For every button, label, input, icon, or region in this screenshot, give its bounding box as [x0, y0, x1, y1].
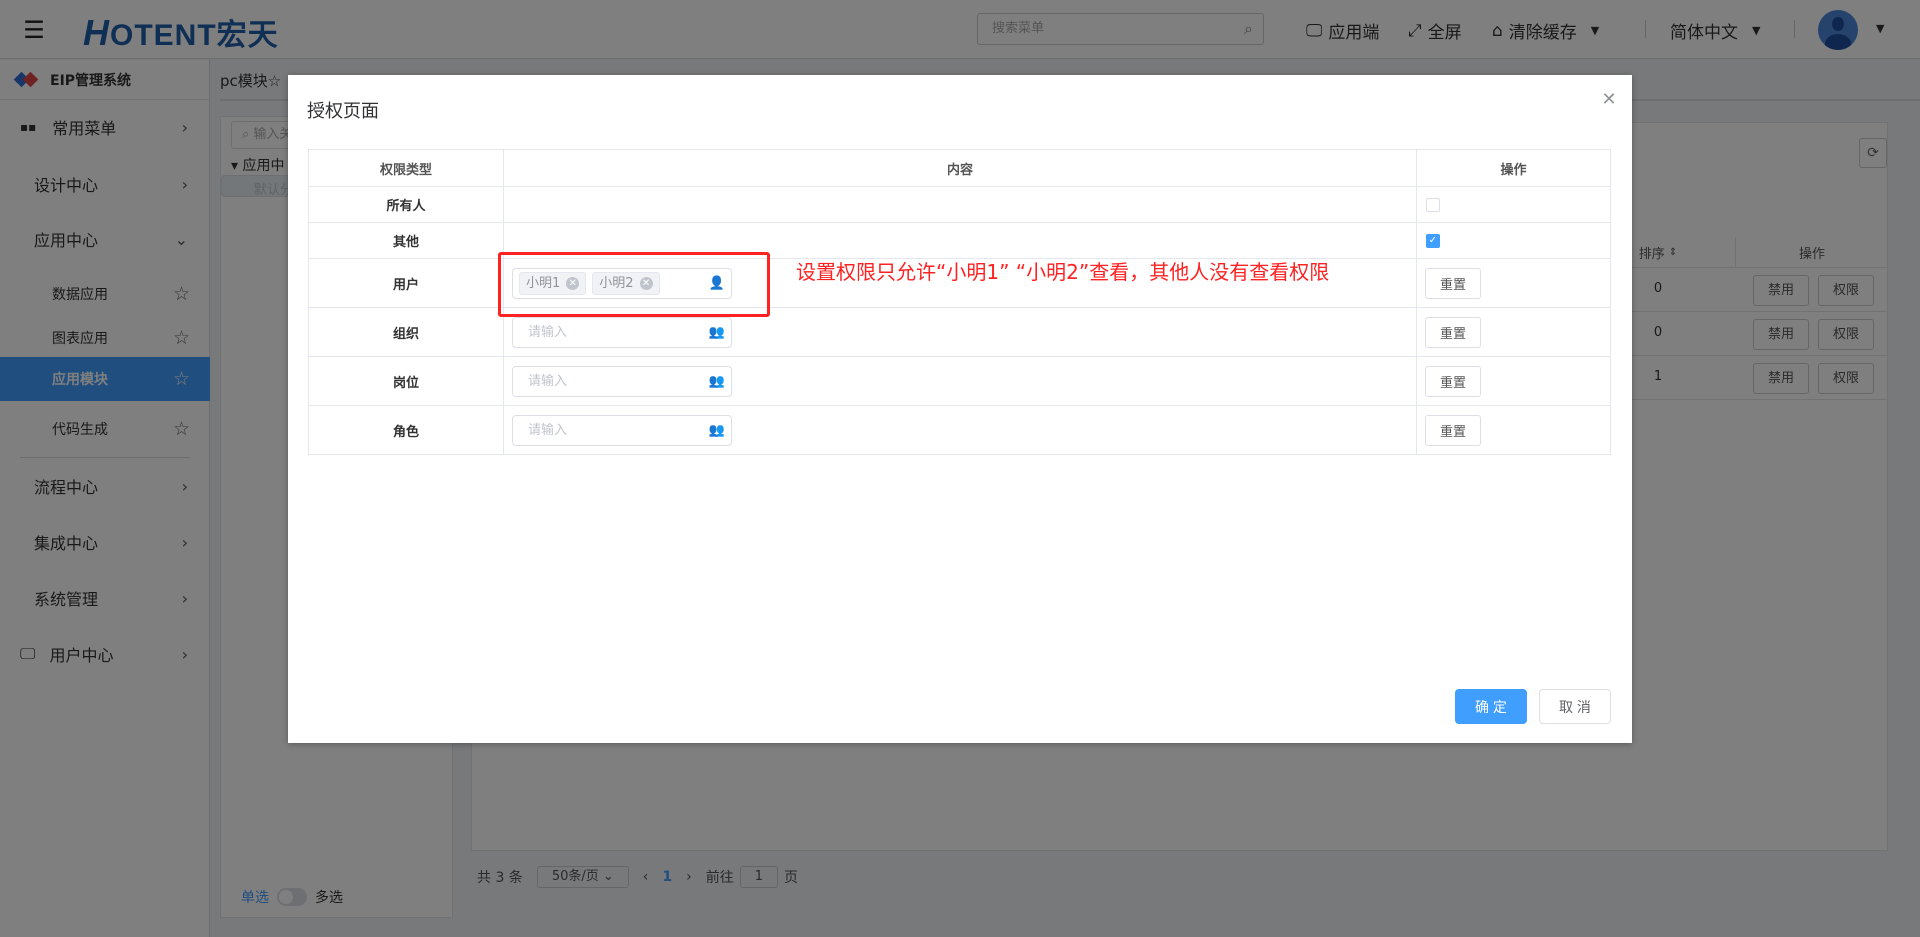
row-label: 岗位 — [308, 356, 504, 406]
row-label: 角色 — [308, 405, 504, 455]
authorization-dialog: 授权页面 ✕ 权限类型 内容 操作 所有人 其他 ✓ 用户 小明1 ✕ 小明2 ✕ … — [288, 75, 1632, 743]
action-cell: 重置 — [1416, 356, 1611, 406]
org-icon[interactable]: 👥 — [709, 318, 725, 347]
others-checkbox[interactable]: ✓ — [1426, 233, 1440, 248]
row-label: 用户 — [308, 258, 504, 308]
dialog-title: 授权页面 — [307, 101, 379, 122]
annotation-highlight-box — [498, 252, 770, 317]
content-cell — [503, 186, 1417, 223]
action-cell: 重置 — [1416, 405, 1611, 455]
confirm-button[interactable]: 确 定 — [1455, 689, 1527, 724]
reset-org-button[interactable]: 重置 — [1425, 316, 1481, 348]
row-label: 其他 — [308, 222, 504, 259]
table-row-everyone: 所有人 — [308, 186, 1611, 223]
reset-role-button[interactable]: 重置 — [1425, 414, 1481, 446]
table-header-row: 权限类型 内容 操作 — [308, 149, 1611, 187]
column-header-action: 操作 — [1416, 149, 1611, 187]
reset-post-button[interactable]: 重置 — [1425, 365, 1481, 397]
placeholder: 请输入 — [528, 422, 568, 438]
action-cell — [1416, 186, 1611, 223]
org-selector[interactable]: 请输入 👥 — [512, 316, 732, 348]
post-selector[interactable]: 请输入 👥 — [512, 365, 732, 397]
users-icon[interactable]: 👥 — [709, 367, 725, 396]
close-icon[interactable]: ✕ — [1598, 89, 1620, 110]
content-cell: 请输入 👥 — [503, 356, 1417, 406]
placeholder: 请输入 — [528, 373, 568, 389]
column-header-content: 内容 — [503, 149, 1417, 187]
row-label: 所有人 — [308, 186, 504, 223]
everyone-checkbox[interactable] — [1426, 197, 1440, 212]
row-label: 组织 — [308, 307, 504, 357]
reset-user-button[interactable]: 重置 — [1425, 267, 1481, 299]
table-row-post: 岗位 请输入 👥 重置 — [308, 356, 1611, 406]
users-icon[interactable]: 👥 — [709, 416, 725, 445]
action-cell: ✓ — [1416, 222, 1611, 259]
annotation-text: 设置权限只允许“小明1” “小明2”查看，其他人没有查看权限 — [796, 260, 1330, 284]
column-header-type: 权限类型 — [308, 149, 504, 187]
cancel-button[interactable]: 取 消 — [1539, 689, 1611, 724]
action-cell: 重置 — [1416, 307, 1611, 357]
role-selector[interactable]: 请输入 👥 — [512, 414, 732, 446]
placeholder: 请输入 — [528, 324, 568, 340]
table-row-role: 角色 请输入 👥 重置 — [308, 405, 1611, 455]
content-cell: 请输入 👥 — [503, 405, 1417, 455]
action-cell: 重置 — [1416, 258, 1611, 308]
